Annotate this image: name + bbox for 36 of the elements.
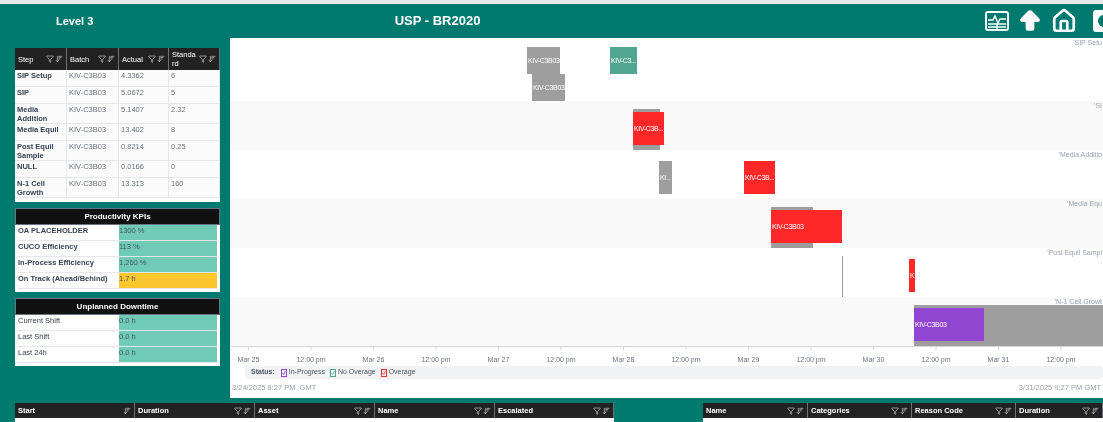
sort-icon[interactable] xyxy=(1004,406,1012,415)
filter-icon[interactable] xyxy=(354,406,362,415)
filter-icon[interactable] xyxy=(98,55,106,63)
sort-icon[interactable] xyxy=(363,406,371,415)
filter-icon[interactable] xyxy=(234,406,242,415)
standard-bar xyxy=(771,243,813,248)
sort-icon[interactable] xyxy=(157,55,165,63)
home-icon[interactable] xyxy=(1051,8,1077,34)
sort-icon[interactable] xyxy=(796,406,804,415)
monitor-chart-icon[interactable] xyxy=(985,11,1009,31)
filter-icon[interactable] xyxy=(995,406,1003,415)
up-arrow-icon[interactable] xyxy=(1017,8,1043,34)
level-label: Level 3 xyxy=(55,13,95,29)
sort-icon[interactable] xyxy=(602,406,610,415)
sort-icon[interactable] xyxy=(55,55,63,63)
standard-bar xyxy=(771,207,813,210)
filter-icon[interactable] xyxy=(1082,406,1090,415)
filter-icon[interactable] xyxy=(199,55,207,63)
panel-title: Productivity KPIs xyxy=(15,208,220,225)
sort-icon[interactable] xyxy=(483,406,491,415)
filter-icon[interactable] xyxy=(148,55,156,63)
sort-icon[interactable] xyxy=(900,406,908,415)
sort-icon[interactable] xyxy=(243,406,251,415)
filter-icon[interactable] xyxy=(891,406,899,415)
sort-icon[interactable] xyxy=(1091,406,1099,415)
filter-icon[interactable] xyxy=(593,406,601,415)
filter-icon[interactable] xyxy=(46,55,54,63)
sort-icon[interactable] xyxy=(208,55,216,63)
filter-icon[interactable] xyxy=(474,406,482,415)
sort-icon[interactable] xyxy=(107,55,115,63)
sort-icon[interactable] xyxy=(123,406,131,415)
standard-bar xyxy=(633,109,660,112)
standard-bar xyxy=(633,145,660,150)
panel-title: Unplanned Downtime xyxy=(15,298,220,315)
filter-icon[interactable] xyxy=(787,406,795,415)
dashboard-title: USP - BR2020 xyxy=(393,12,482,31)
